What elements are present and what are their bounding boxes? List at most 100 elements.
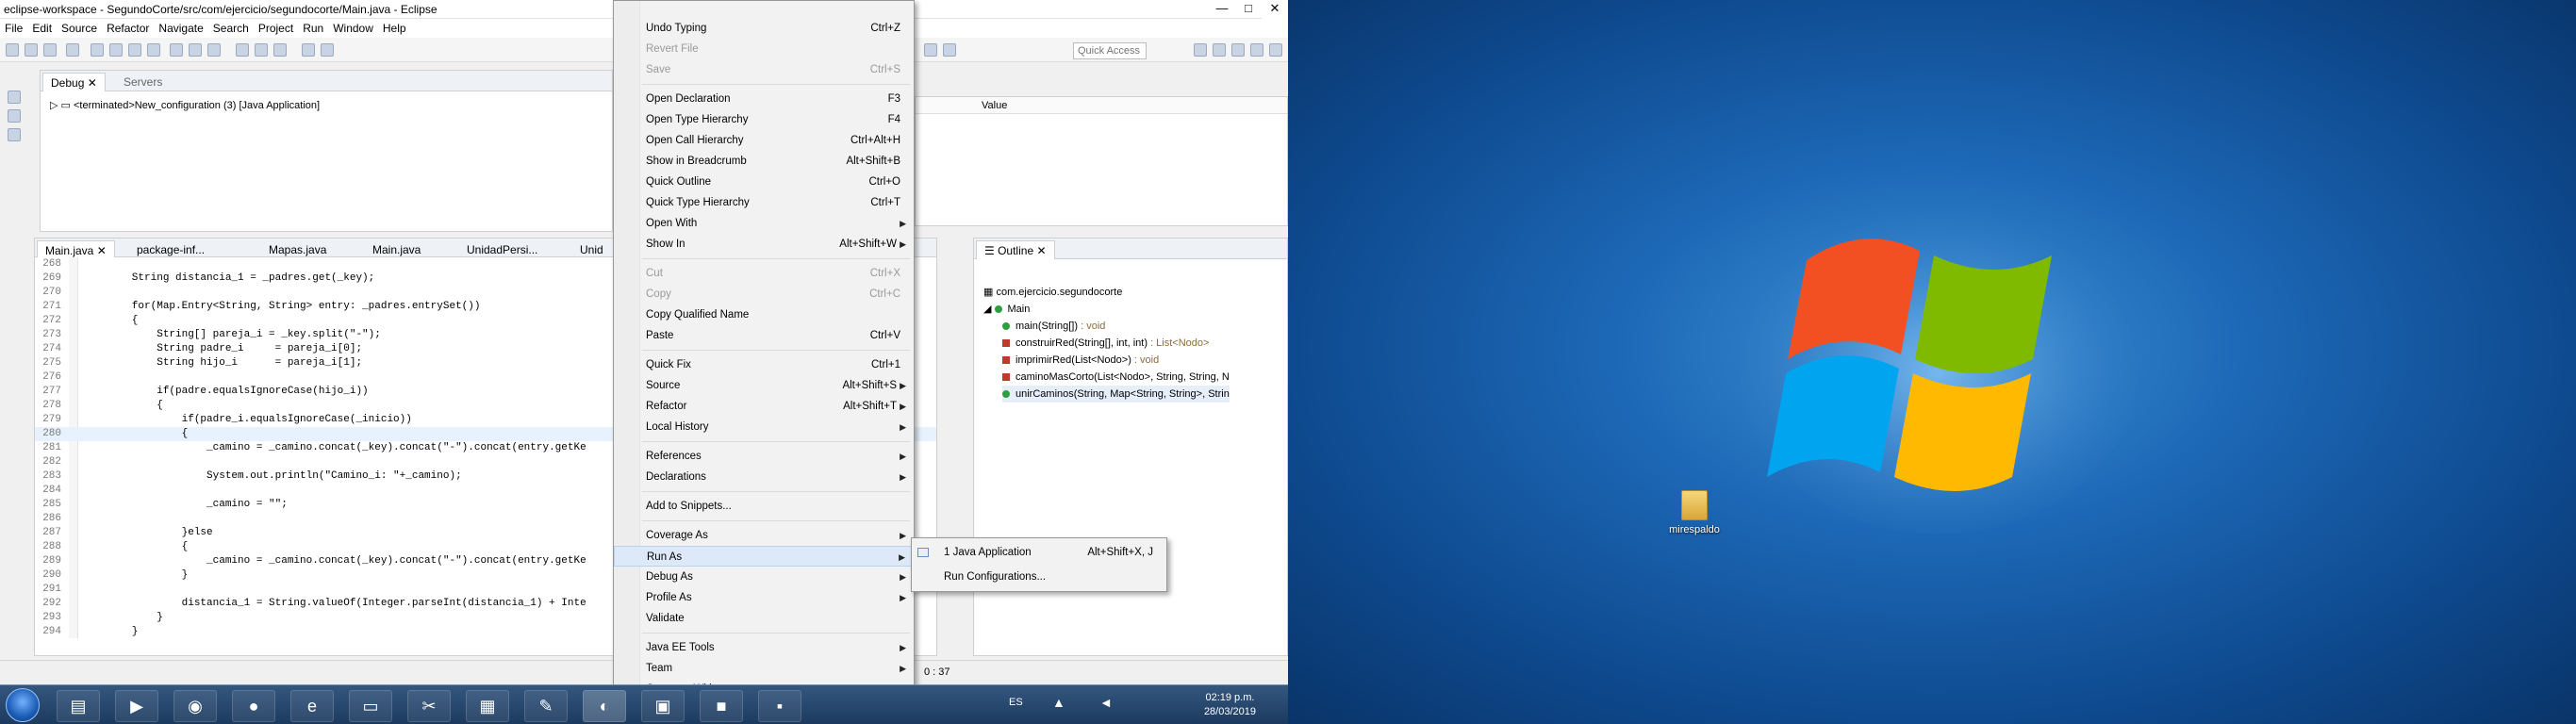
menu-search[interactable]: Search: [208, 19, 254, 35]
variables-trim-icon[interactable]: [8, 128, 21, 141]
menu-item-open-declaration[interactable]: Open Declaration F3: [614, 89, 914, 109]
search-icon[interactable]: [321, 43, 334, 57]
menu-item-open-call-hierarchy[interactable]: Open Call Hierarchy Ctrl+Alt+H: [614, 130, 914, 151]
menu-item-team[interactable]: Team ▶: [614, 658, 914, 679]
menu-item-revert-file[interactable]: Revert File: [614, 39, 914, 59]
outline-class-main[interactable]: ◢ Main: [983, 301, 1030, 318]
save-all-icon[interactable]: [43, 43, 57, 57]
external-tools-icon[interactable]: [207, 43, 221, 57]
back-icon[interactable]: [924, 43, 937, 57]
tab-outline[interactable]: ☰ Outline ✕: [976, 240, 1055, 259]
resume-icon[interactable]: [109, 43, 123, 57]
menu-item-save[interactable]: Save Ctrl+S: [614, 59, 914, 80]
quick-access-input[interactable]: [1073, 42, 1147, 59]
taskbar-clock[interactable]: 02:19 p.m. 28/03/2019: [1204, 691, 1256, 719]
menu-item-quick-fix[interactable]: Quick Fix Ctrl+1: [614, 354, 914, 375]
network-icon[interactable]: ▲: [1052, 695, 1065, 710]
tab-unidad-persistencia[interactable]: UnidadPersi...: [459, 240, 545, 259]
menu-item-add-to-snippets[interactable]: Add to Snippets...: [614, 496, 914, 517]
media-player-taskbar-icon[interactable]: ▶: [115, 690, 158, 722]
close-button[interactable]: ✕: [1262, 0, 1288, 19]
perspective-java-icon[interactable]: [1213, 43, 1226, 57]
tab-mapas-java[interactable]: Mapas.java: [261, 240, 334, 259]
start-button[interactable]: [6, 688, 40, 722]
menu-item-copy-qualified-name[interactable]: Copy Qualified Name: [614, 304, 914, 325]
menu-source[interactable]: Source: [57, 19, 102, 35]
menu-item-show-in-breadcrumb[interactable]: Show in Breadcrumb Alt+Shift+B: [614, 151, 914, 172]
minimize-button[interactable]: —: [1209, 0, 1235, 19]
debug-icon[interactable]: [170, 43, 183, 57]
tab-main-java[interactable]: Main.java ✕: [37, 240, 115, 259]
debug-view-trim-icon[interactable]: [8, 90, 21, 104]
perspective-git-icon[interactable]: [1250, 43, 1263, 57]
outline-member[interactable]: caminoMasCorto(List<Nodo>, String, Strin…: [1002, 369, 1230, 386]
menu-item-open-with[interactable]: Open With ▶: [614, 213, 914, 234]
menu-item-copy[interactable]: Copy Ctrl+C: [614, 284, 914, 304]
notepad-taskbar-icon[interactable]: ▣: [641, 690, 685, 722]
perspective-team-icon[interactable]: [1269, 43, 1282, 57]
console-trim-icon[interactable]: [8, 109, 21, 123]
menu-item-coverage-as[interactable]: Coverage As ▶: [614, 525, 914, 546]
explorer-taskbar-icon[interactable]: ▤: [57, 690, 100, 722]
menu-item-run-as[interactable]: Run As ▶: [614, 546, 914, 567]
menu-item-validate[interactable]: Validate: [614, 608, 914, 629]
menu-item-run-java-application[interactable]: 1 Java Application Alt+Shift+X, J: [912, 542, 1166, 563]
suspend-icon[interactable]: [128, 43, 141, 57]
menu-file[interactable]: File: [0, 19, 27, 35]
menu-run[interactable]: Run: [298, 19, 328, 35]
menu-item-open-type-hierarchy[interactable]: Open Type Hierarchy F4: [614, 109, 914, 130]
column-value[interactable]: Value: [982, 100, 1007, 111]
menu-item-references[interactable]: References ▶: [614, 446, 914, 467]
menu-item-cut[interactable]: Cut Ctrl+X: [614, 263, 914, 284]
menu-item-show-in[interactable]: Show In Alt+Shift+W ▶: [614, 234, 914, 255]
volume-icon[interactable]: ◄: [1099, 695, 1113, 710]
tab-servers[interactable]: Servers: [116, 73, 170, 91]
tab-unid[interactable]: Unid: [572, 240, 611, 259]
outline-member[interactable]: imprimirRed(List<Nodo>) : void: [1002, 352, 1159, 369]
menu-item-declarations[interactable]: Declarations ▶: [614, 467, 914, 487]
menu-edit[interactable]: Edit: [27, 19, 57, 35]
internet-explorer-taskbar-icon[interactable]: e: [290, 690, 334, 722]
menu-project[interactable]: Project: [254, 19, 298, 35]
print-icon[interactable]: [66, 43, 79, 57]
new-class-icon[interactable]: [273, 43, 287, 57]
menu-navigate[interactable]: Navigate: [154, 19, 207, 35]
paint-taskbar-icon[interactable]: ✎: [524, 690, 568, 722]
tab-debug[interactable]: Debug ✕: [42, 73, 106, 91]
menu-item-profile-as[interactable]: Profile As ▶: [614, 587, 914, 608]
outline-package[interactable]: ▦ com.ejercicio.segundocorte: [983, 284, 1122, 301]
outline-member[interactable]: unirCaminos(String, Map<String, String>,…: [1002, 386, 1230, 403]
menu-item-paste[interactable]: Paste Ctrl+V: [614, 325, 914, 346]
debug-tree-item[interactable]: ▷ ▭ <terminated>New_configuration (3) [J…: [50, 99, 320, 111]
firefox-taskbar-icon[interactable]: ●: [232, 690, 275, 722]
skip-breakpoints-icon[interactable]: [91, 43, 104, 57]
perspective-debug-icon[interactable]: [1231, 43, 1245, 57]
new-icon[interactable]: [6, 43, 19, 57]
app-taskbar-icon[interactable]: ■: [700, 690, 743, 722]
maximize-button[interactable]: □: [1235, 0, 1262, 19]
folder-taskbar-icon[interactable]: ▭: [349, 690, 392, 722]
snipping-tool-taskbar-icon[interactable]: ✂: [407, 690, 451, 722]
perspective-java-ee-icon[interactable]: [1194, 43, 1207, 57]
menu-item-run-configurations[interactable]: Run Configurations...: [912, 567, 1166, 587]
menu-item-quick-type-hierarchy[interactable]: Quick Type Hierarchy Ctrl+T: [614, 192, 914, 213]
open-type-icon[interactable]: [302, 43, 315, 57]
menu-item-local-history[interactable]: Local History ▶: [614, 417, 914, 437]
outline-member[interactable]: construirRed(String[], int, int) : List<…: [1002, 335, 1209, 352]
forward-icon[interactable]: [943, 43, 956, 57]
photos-taskbar-icon[interactable]: ▦: [466, 690, 509, 722]
outline-member[interactable]: main(String[]) : void: [1002, 318, 1105, 335]
menu-item-refactor[interactable]: Refactor Alt+Shift+T ▶: [614, 396, 914, 417]
chrome-taskbar-icon[interactable]: ◉: [173, 690, 217, 722]
menu-item-source[interactable]: Source Alt+Shift+S ▶: [614, 375, 914, 396]
menu-item-quick-outline[interactable]: Quick Outline Ctrl+O: [614, 172, 914, 192]
eclipse-taskbar-icon[interactable]: ◐: [583, 690, 626, 722]
menu-window[interactable]: Window: [328, 19, 378, 35]
new-java-project-icon[interactable]: [236, 43, 249, 57]
menu-item-undo-typing[interactable]: Undo Typing Ctrl+Z: [614, 18, 914, 39]
tab-main-java-2[interactable]: Main.java: [365, 240, 428, 259]
save-icon[interactable]: [25, 43, 38, 57]
menu-refactor[interactable]: Refactor: [102, 19, 154, 35]
menu-item-java-ee-tools[interactable]: Java EE Tools ▶: [614, 637, 914, 658]
terminate-icon[interactable]: [147, 43, 160, 57]
